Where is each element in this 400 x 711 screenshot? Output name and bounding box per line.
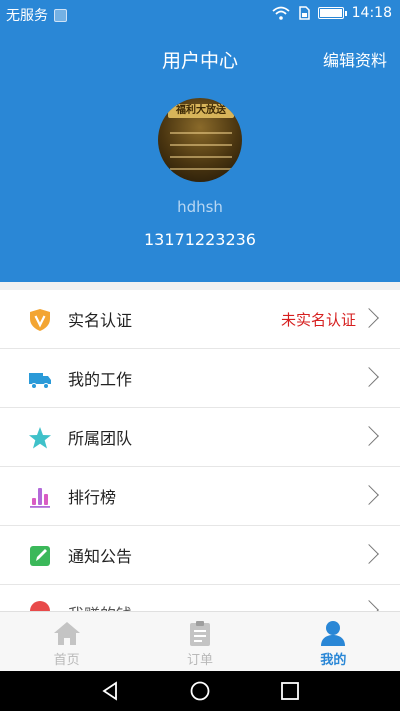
menu-item-real-name-auth[interactable]: 实名认证 未实名认证 [0, 290, 400, 349]
status-right: 14:18 [272, 5, 392, 21]
menu-item-label: 通知公告 [68, 547, 133, 566]
auth-status-text: 未实名认证 [280, 310, 356, 329]
tab-label: 我的 [320, 653, 347, 668]
chevron-right-icon [359, 426, 379, 446]
menu-item-my-earnings[interactable]: 我赚的钱 [0, 585, 400, 611]
avatar-decoration [170, 168, 232, 170]
clipboard-icon [189, 621, 210, 646]
wifi-icon [272, 6, 290, 20]
menu-item-label: 实名认证 [68, 311, 133, 330]
home-circle-icon[interactable] [190, 681, 210, 701]
menu-list: 实名认证 未实名认证 我的工作 所属团队 排行榜 通知公告 [0, 290, 400, 585]
clock-text: 14:18 [351, 5, 392, 21]
ranking-icon [30, 488, 50, 508]
tab-label: 订单 [186, 653, 213, 668]
chevron-right-icon [359, 600, 379, 611]
image-notification-icon [54, 8, 67, 22]
tab-mine[interactable]: 我的 [267, 612, 400, 671]
menu-item-label: 我的工作 [68, 370, 133, 389]
tab-home[interactable]: 首页 [0, 612, 133, 671]
status-left: 无服务 [6, 5, 67, 25]
phone-number: 13171223236 [144, 230, 256, 249]
recents-icon[interactable] [280, 681, 300, 701]
battery-icon [317, 7, 347, 19]
bottom-tab-bar: 首页 订单 我的 [0, 611, 400, 671]
menu-item-label: 我赚的钱 [68, 601, 132, 611]
truck-icon [29, 373, 51, 389]
star-icon [29, 427, 51, 449]
tab-label: 首页 [53, 653, 80, 668]
tab-orders[interactable]: 订单 [133, 612, 266, 671]
profile-header: 用户中心 编辑资料 福利大放送 hdhsh 13171223236 [0, 28, 400, 282]
edit-profile-button[interactable]: 编辑资料 [323, 47, 387, 71]
chevron-right-icon [359, 485, 379, 505]
menu-item-ranking[interactable]: 排行榜 [0, 467, 400, 526]
avatar[interactable]: 福利大放送 [158, 98, 242, 182]
person-icon [321, 621, 346, 646]
menu-item-my-work[interactable]: 我的工作 [0, 349, 400, 408]
chevron-right-icon [359, 367, 379, 387]
system-nav-bar [0, 671, 400, 711]
home-icon [53, 622, 80, 645]
avatar-decoration [170, 144, 232, 146]
avatar-decoration [170, 132, 232, 134]
sim-card-icon [298, 6, 310, 20]
back-icon[interactable] [100, 681, 120, 701]
menu-item-label: 排行榜 [68, 488, 117, 507]
chevron-right-icon [359, 308, 379, 328]
menu-item-notice[interactable]: 通知公告 [0, 526, 400, 585]
username: hdhsh [177, 198, 223, 216]
status-bar: 无服务 14:18 [0, 0, 400, 28]
money-icon [30, 601, 50, 611]
menu-item-team[interactable]: 所属团队 [0, 408, 400, 467]
notice-icon [30, 546, 50, 566]
shield-v-icon [30, 309, 50, 331]
chevron-right-icon [359, 544, 379, 564]
avatar-decoration [170, 156, 232, 158]
avatar-banner-text: 福利大放送 [168, 104, 234, 118]
menu-item-label: 所属团队 [68, 429, 133, 448]
carrier-text: 无服务 [6, 8, 48, 24]
